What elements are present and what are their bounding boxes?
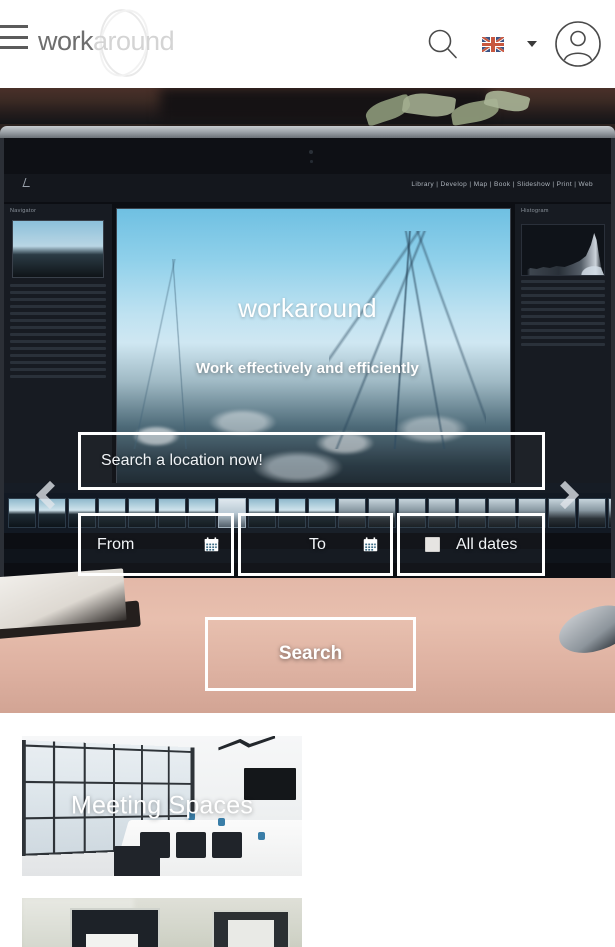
all-dates-label: All dates xyxy=(455,535,518,553)
site-header: workaround xyxy=(0,0,615,88)
hero-overlay: workaround Work effectively and efficien… xyxy=(0,88,615,713)
search-submit-button[interactable]: Search xyxy=(205,617,416,691)
logo-text-primary: work xyxy=(38,26,94,56)
category-card-grid: Meeting Spaces Desk Spaces xyxy=(0,713,615,947)
search-icon xyxy=(428,29,457,59)
all-dates-field[interactable]: All dates xyxy=(397,513,546,576)
logo-text-secondary: around xyxy=(93,26,175,56)
search-button-label: Search xyxy=(278,643,343,664)
hamburger-line xyxy=(0,25,28,28)
header-actions xyxy=(415,0,607,88)
to-date-label: To xyxy=(309,535,326,553)
category-card-desk-spaces[interactable]: Desk Spaces xyxy=(22,898,302,947)
location-search-placeholder: Search a location now! xyxy=(101,452,263,469)
language-selector-flag[interactable] xyxy=(471,16,515,72)
calendar-icon xyxy=(204,537,218,552)
hamburger-line xyxy=(0,35,28,39)
chevron-left-icon xyxy=(35,480,65,510)
category-card-label: Meeting Spaces xyxy=(70,791,254,820)
language-dropdown-button[interactable] xyxy=(515,16,549,72)
logo-text: workaround xyxy=(38,26,175,57)
chevron-down-icon xyxy=(527,41,537,47)
hero-title: workaround xyxy=(238,293,377,323)
chevron-right-icon xyxy=(550,480,580,510)
account-button[interactable] xyxy=(549,15,607,73)
category-card-meeting-spaces[interactable]: Meeting Spaces xyxy=(22,736,302,876)
to-date-field[interactable]: To xyxy=(237,513,394,576)
from-date-label: From xyxy=(97,535,135,553)
hamburger-line xyxy=(0,46,28,49)
from-date-field[interactable]: From xyxy=(78,513,234,576)
all-dates-checkbox[interactable] xyxy=(424,537,440,552)
site-logo[interactable]: workaround xyxy=(38,4,218,82)
desk-setup-photo xyxy=(22,898,302,947)
header-search-button[interactable] xyxy=(415,16,471,72)
hamburger-menu-icon[interactable] xyxy=(0,25,28,49)
hero-carousel: Library | Develop | Map | Book | Slidesh… xyxy=(0,88,615,713)
carousel-prev-button[interactable] xyxy=(28,473,72,517)
date-filter-row: From To All dates xyxy=(78,513,546,576)
uk-flag-icon xyxy=(482,36,504,52)
carousel-next-button[interactable] xyxy=(543,473,587,517)
user-avatar-icon xyxy=(555,21,601,67)
hero-subtitle: Work effectively and efficiently xyxy=(196,360,419,377)
location-search-input[interactable]: Search a location now! xyxy=(78,432,545,490)
calendar-icon xyxy=(364,537,378,552)
